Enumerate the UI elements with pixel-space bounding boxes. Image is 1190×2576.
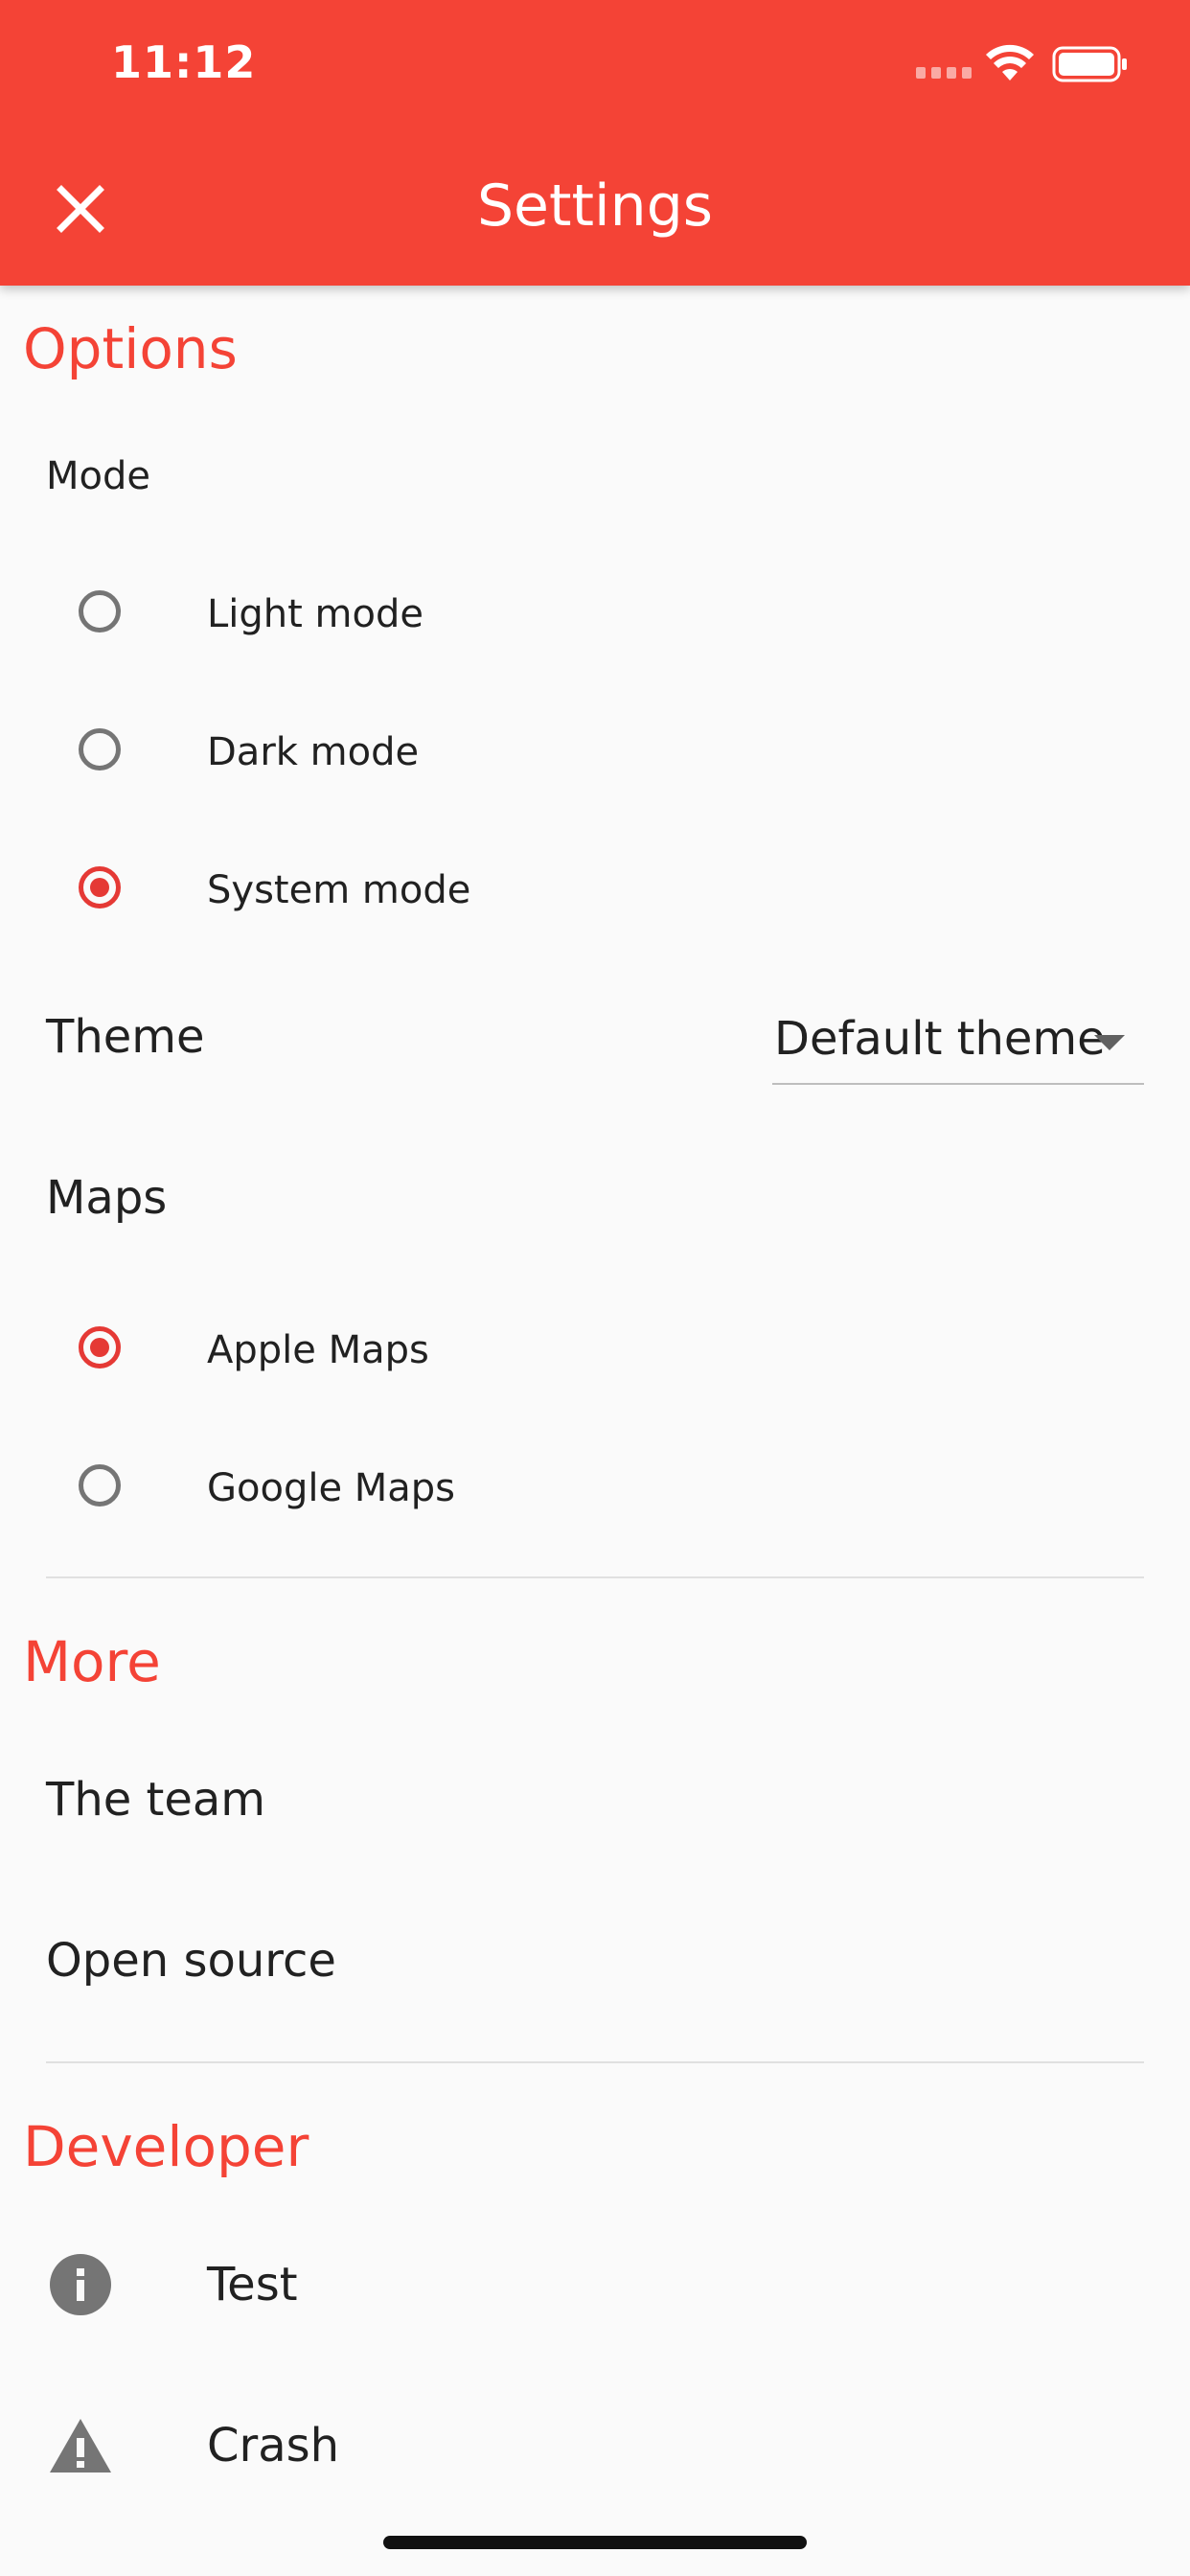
radio-button-selected[interactable]: [79, 1326, 121, 1368]
section-divider: [46, 2061, 1144, 2063]
theme-dropdown-value: Default theme: [774, 1012, 1106, 1066]
radio-button[interactable]: [79, 590, 121, 632]
radio-label: Light mode: [207, 592, 423, 636]
warning-icon: [50, 2419, 111, 2472]
list-item-test[interactable]: Test: [207, 2258, 298, 2312]
info-icon: [50, 2254, 111, 2315]
list-item-crash[interactable]: Crash: [207, 2419, 339, 2472]
status-time: 11:12: [111, 36, 257, 88]
theme-dropdown[interactable]: Default theme: [772, 1006, 1144, 1085]
mode-label: Mode: [46, 454, 150, 498]
list-item-open-source[interactable]: Open source: [46, 1934, 336, 1988]
wifi-icon: [986, 44, 1034, 80]
cellular-signal-icon: [916, 67, 972, 80]
battery-icon: [1052, 46, 1127, 82]
developer-header: Developer: [23, 2114, 309, 2179]
list-item-the-team[interactable]: The team: [46, 1773, 265, 1827]
radio-system-mode[interactable]: System mode: [0, 826, 1190, 960]
section-divider: [46, 1576, 1144, 1578]
radio-google-maps[interactable]: Google Maps: [0, 1424, 1190, 1558]
radio-label: Dark mode: [207, 730, 420, 774]
more-header: More: [23, 1629, 161, 1694]
maps-label: Maps: [46, 1171, 168, 1225]
page-title: Settings: [476, 172, 714, 240]
theme-label: Theme: [46, 1010, 205, 1064]
radio-button-selected[interactable]: [79, 866, 121, 908]
radio-button[interactable]: [79, 1464, 121, 1506]
radio-label: System mode: [207, 868, 471, 912]
home-indicator[interactable]: [383, 2536, 807, 2549]
radio-dark-mode[interactable]: Dark mode: [0, 688, 1190, 822]
radio-label: Google Maps: [207, 1466, 456, 1510]
dropdown-arrow-icon: [1094, 1035, 1125, 1050]
radio-light-mode[interactable]: Light mode: [0, 550, 1190, 684]
options-header: Options: [23, 316, 238, 381]
radio-label: Apple Maps: [207, 1328, 429, 1372]
radio-button[interactable]: [79, 728, 121, 770]
radio-apple-maps[interactable]: Apple Maps: [0, 1286, 1190, 1420]
app-bar: 11:12 Settings: [0, 0, 1190, 286]
